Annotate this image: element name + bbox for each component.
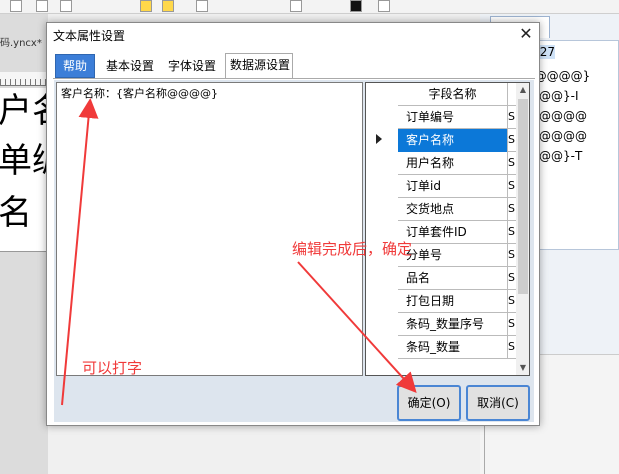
design-canvas[interactable]: 户名 单编 名 — [0, 88, 48, 252]
close-icon[interactable]: ✕ — [516, 24, 536, 44]
table-row[interactable]: 订单编号 S — [398, 106, 516, 129]
row-indicator-column — [366, 83, 398, 375]
table-row[interactable]: 条码_数量 S — [398, 336, 516, 359]
annotation-confirm: 编辑完成后，确定 — [292, 240, 413, 258]
scrollbar-thumb[interactable] — [518, 99, 528, 294]
background-toolbar — [0, 0, 619, 14]
ok-button[interactable]: 确定(O) — [397, 385, 461, 421]
table-row[interactable]: 交货地点 S — [398, 198, 516, 221]
table-row[interactable]: 打包日期 S — [398, 290, 516, 313]
document-area: 码.yncx* 户名 单编 名 — [0, 14, 48, 474]
table-row[interactable]: 订单套件ID S — [398, 221, 516, 244]
tab-datasource-settings[interactable]: 数据源设置 — [225, 53, 293, 79]
toolbar-icon[interactable] — [60, 0, 72, 12]
table-row[interactable]: 分单号 S — [398, 244, 516, 267]
chevron-down-icon[interactable]: ▼ — [516, 361, 529, 375]
text-editor[interactable]: 客户名称：{客户名称@@@@} — [56, 82, 363, 376]
toolbar-icon[interactable] — [350, 0, 362, 12]
toolbar-icon[interactable] — [162, 0, 174, 12]
canvas-text: 名 — [0, 193, 32, 233]
toolbar-icon[interactable] — [290, 0, 302, 12]
document-tab[interactable]: 码.yncx* — [0, 34, 42, 49]
tab-font-settings[interactable]: 字体设置 — [163, 54, 221, 78]
dialog-title: 文本属性设置 — [53, 29, 126, 43]
table-row[interactable]: 订单id S — [398, 175, 516, 198]
canvas-text: 户名 — [0, 91, 48, 131]
toolbar-icon[interactable] — [10, 0, 22, 12]
ruler — [0, 72, 48, 86]
cancel-button[interactable]: 取消(C) — [466, 385, 530, 421]
toolbar-icon[interactable] — [378, 0, 390, 12]
table-row[interactable]: 客户名称 S — [398, 129, 516, 152]
table-row[interactable]: 条码_数量序号 S — [398, 313, 516, 336]
chevron-up-icon[interactable]: ▲ — [516, 83, 529, 97]
toolbar-icon[interactable] — [196, 0, 208, 12]
field-grid: 字段名称 订单编号 S 客户名称 S 用户名称 S 订单id S 交货地点 S 订单套件I… — [365, 82, 530, 376]
tab-basic-settings[interactable]: 基本设置 — [101, 54, 159, 78]
canvas-text: 单编 — [0, 141, 48, 181]
toolbar-icon[interactable] — [140, 0, 152, 12]
tab-help[interactable]: 帮助 — [55, 54, 95, 78]
toolbar-icon[interactable] — [36, 0, 48, 12]
current-row-icon — [376, 134, 382, 144]
column-header-field-name[interactable]: 字段名称 — [398, 83, 508, 106]
table-row[interactable]: 用户名称 S — [398, 152, 516, 175]
annotation-typing: 可以打字 — [82, 359, 143, 377]
table-row[interactable]: 品名 S — [398, 267, 516, 290]
vertical-scrollbar[interactable]: ▲ ▼ — [516, 83, 529, 375]
